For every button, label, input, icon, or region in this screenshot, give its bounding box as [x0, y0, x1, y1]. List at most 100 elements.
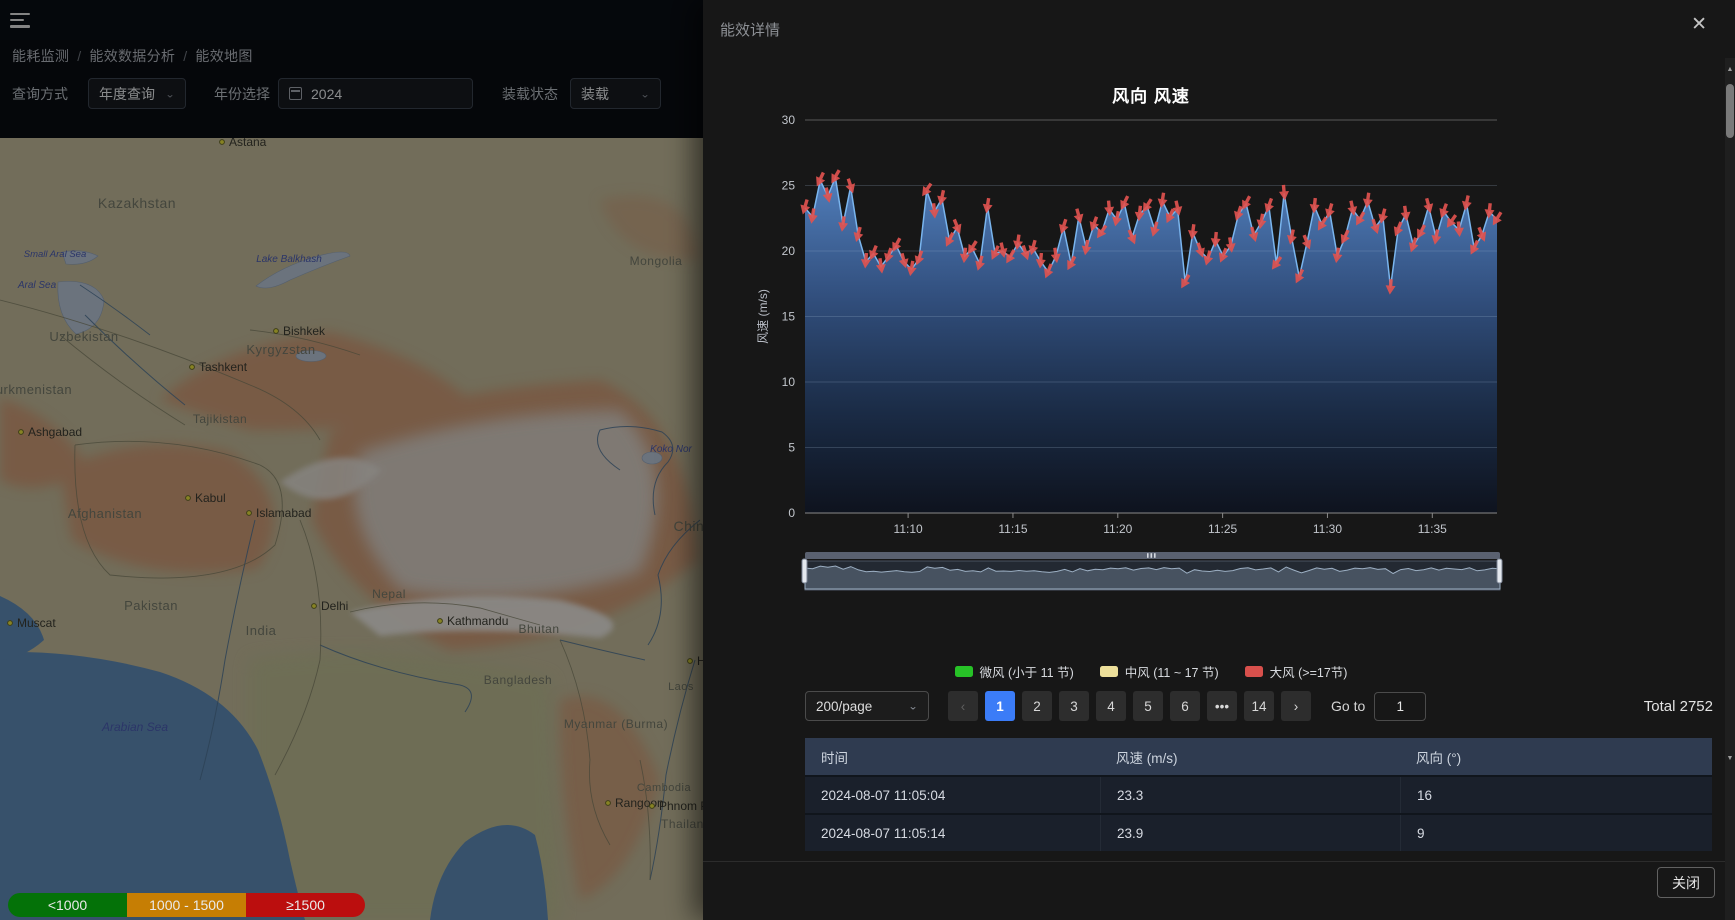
detail-drawer: 能效详情 ✕ 风向 风速 11:1011:1511:2011:2511:3011… [703, 0, 1735, 920]
page-button-14[interactable]: 14 [1244, 691, 1274, 721]
table-cell: 2024-08-07 11:05:14 [805, 815, 1100, 851]
main-page: 能耗监测/能效数据分析/能效地图 查询方式 年度查询 ⌄ 年份选择 2024 装… [0, 0, 703, 920]
map-label: Small Aral Sea [24, 249, 86, 260]
page-button-5[interactable]: 5 [1133, 691, 1163, 721]
total-count: Total 2752 [1644, 698, 1713, 715]
map-label: Laos [668, 681, 694, 693]
map-label: Myanmar (Burma) [564, 717, 668, 731]
y-axis-tick: 0 [788, 506, 795, 520]
map-label: Afghanistan [68, 506, 142, 521]
y-axis-tick: 25 [782, 179, 796, 193]
page-button-3[interactable]: 3 [1059, 691, 1089, 721]
legend-item-1[interactable]: 微风 (小于 11 节) [955, 662, 1074, 681]
map-label: Koko Nor [650, 444, 692, 455]
map-label: Cambodia [637, 782, 692, 794]
chevron-down-icon: ⌄ [640, 88, 650, 100]
table-cell: 23.9 [1100, 815, 1400, 851]
load-state-select[interactable]: 装载 ⌄ [570, 78, 661, 109]
goto-page-input[interactable] [1374, 692, 1426, 721]
close-button[interactable]: 关闭 [1657, 867, 1715, 898]
map-scale-segment-3: ≥1500 [246, 893, 365, 917]
legend-label: 大风 (>=17节) [1270, 662, 1348, 681]
query-mode-label: 查询方式 [12, 78, 68, 110]
x-axis-tick: 11:10 [894, 522, 923, 536]
datazoom-slider[interactable] [703, 551, 1725, 593]
scrollbar-thumb[interactable] [1726, 84, 1734, 138]
legend-swatch [1100, 666, 1118, 677]
map-label: China [673, 518, 703, 534]
breadcrumb-separator: / [77, 48, 81, 64]
filter-bar: 查询方式 年度查询 ⌄ 年份选择 2024 装载状态 装载 ⌄ [0, 78, 703, 114]
legend-label: 中风 (11 ~ 17 节) [1125, 662, 1219, 681]
map-label: Muscat [17, 616, 56, 630]
legend-swatch [955, 666, 973, 677]
year-picker[interactable]: 2024 [278, 78, 473, 109]
map-label: Astana [229, 138, 267, 149]
pages-more-button[interactable]: ••• [1207, 691, 1237, 721]
map-label: Kabul [195, 491, 226, 505]
year-label: 年份选择 [214, 78, 270, 110]
map-label: Kathmandu [447, 614, 508, 628]
map-label: India [246, 623, 277, 638]
y-axis-tick: 10 [782, 375, 796, 389]
chevron-down-icon: ⌄ [165, 88, 175, 100]
next-page-button[interactable]: › [1281, 691, 1311, 721]
query-mode-value: 年度查询 [99, 84, 155, 104]
close-icon[interactable]: ✕ [1691, 15, 1707, 34]
terrain-map[interactable]: Small Aral SeaAral SeaLake BalkhashKoko … [0, 138, 703, 920]
query-mode-select[interactable]: 年度查询 ⌄ [88, 78, 186, 109]
table-header-cell: 时间 [805, 738, 1100, 775]
y-axis-tick: 20 [782, 244, 796, 258]
calendar-icon [289, 87, 302, 100]
map-label: Pakistan [124, 598, 178, 613]
table-row[interactable]: 2024-08-07 11:05:0423.316 [805, 775, 1712, 813]
map-label: Delhi [321, 599, 348, 613]
legend-item-3[interactable]: 大风 (>=17节) [1245, 662, 1348, 681]
breadcrumb-item-2[interactable]: 能效数据分析 [89, 48, 175, 64]
wind-chart: 11:1011:1511:2011:2511:3011:350510152025… [703, 60, 1725, 560]
datazoom-handle-left[interactable] [802, 559, 807, 583]
breadcrumb-item-1[interactable]: 能耗监测 [12, 48, 69, 64]
y-axis-tick: 15 [782, 310, 796, 324]
map-label: Rangoon [615, 796, 664, 810]
x-axis-tick: 11:35 [1418, 522, 1447, 536]
map-scale-segment-2: 1000 - 1500 [127, 893, 246, 917]
map-label: Arabian Sea [101, 720, 168, 734]
table-row[interactable]: 2024-08-07 11:05:1423.99 [805, 813, 1712, 851]
table-cell: 23.3 [1100, 777, 1400, 813]
x-axis-tick: 11:25 [1208, 522, 1237, 536]
chart-legend: 微风 (小于 11 节) 中风 (11 ~ 17 节) 大风 (>=17节) [805, 662, 1497, 681]
datazoom-handle-right[interactable] [1497, 559, 1502, 583]
page-size-select[interactable]: 200/page ⌄ [805, 691, 929, 721]
page-button-2[interactable]: 2 [1022, 691, 1052, 721]
page-button-6[interactable]: 6 [1170, 691, 1200, 721]
legend-item-2[interactable]: 中风 (11 ~ 17 节) [1100, 662, 1219, 681]
prev-page-button[interactable]: ‹ [948, 691, 978, 721]
map-label: Uzbekistan [49, 329, 118, 344]
map-label: Aral Sea [17, 280, 57, 291]
pagination-bar: 200/page ⌄ ‹ 123456•••14 › Go to Total 2… [805, 690, 1723, 722]
map-label: Ashgabad [28, 425, 82, 439]
table-cell: 9 [1400, 815, 1712, 851]
breadcrumb: 能耗监测/能效数据分析/能效地图 [12, 46, 253, 66]
table-header-cell: 风速 (m/s) [1100, 738, 1400, 775]
menu-icon[interactable] [10, 9, 32, 31]
scroll-up-icon[interactable]: ▲ [1725, 66, 1735, 73]
scroll-down-icon[interactable]: ▼ [1725, 755, 1735, 762]
load-state-value: 装载 [581, 84, 609, 104]
table-cell: 2024-08-07 11:05:04 [805, 777, 1100, 813]
page-button-1[interactable]: 1 [985, 691, 1015, 721]
map-label: Nepal [372, 587, 406, 601]
top-navbar [0, 0, 703, 40]
footer-divider [703, 861, 1735, 862]
map-canvas: Small Aral SeaAral SeaLake BalkhashKoko … [0, 138, 703, 920]
legend-swatch [1245, 666, 1263, 677]
page-button-4[interactable]: 4 [1096, 691, 1126, 721]
table-header-cell: 风向 (°) [1400, 738, 1712, 775]
vertical-scrollbar[interactable]: ▲ ▼ [1725, 58, 1735, 920]
breadcrumb-item-3[interactable]: 能效地图 [195, 48, 252, 64]
x-axis-tick: 11:20 [1103, 522, 1132, 536]
map-label: Turkmenistan [0, 382, 72, 397]
page-size-value: 200/page [816, 699, 872, 714]
y-axis-label: 风速 (m/s) [756, 289, 770, 344]
